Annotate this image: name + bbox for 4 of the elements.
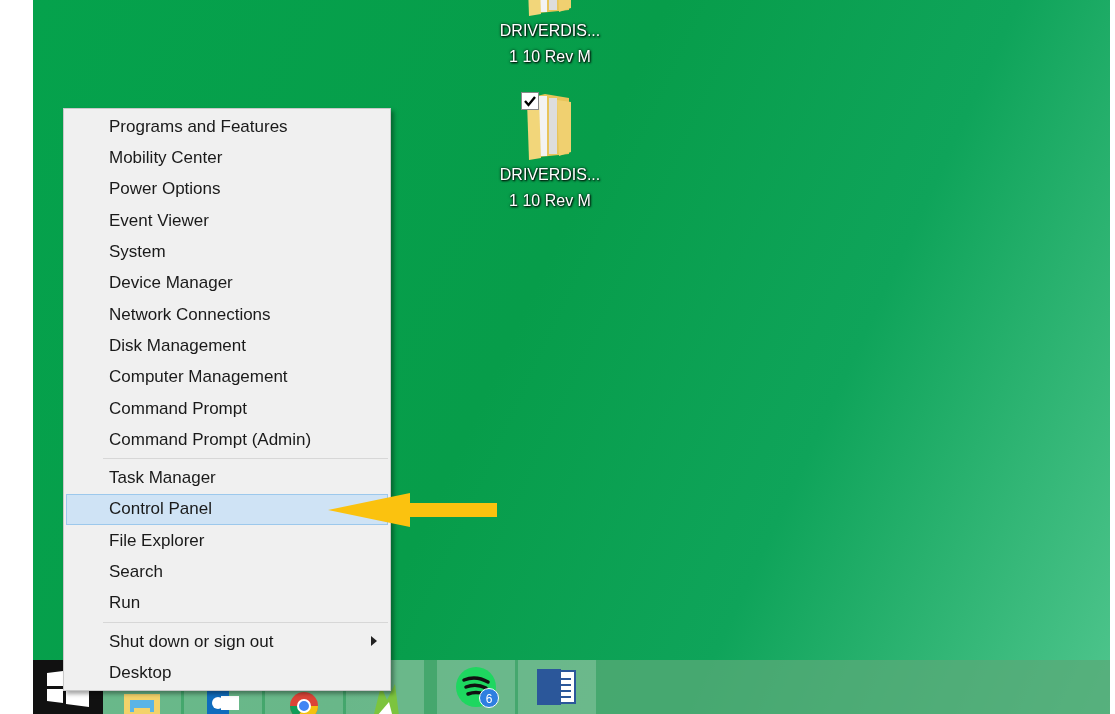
icon-label: 1 10 Rev M [509, 191, 591, 211]
icon-label: DRIVERDIS... [499, 21, 601, 41]
icon-label: DRIVERDIS... [499, 165, 601, 185]
icon-label: 1 10 Rev M [509, 47, 591, 67]
